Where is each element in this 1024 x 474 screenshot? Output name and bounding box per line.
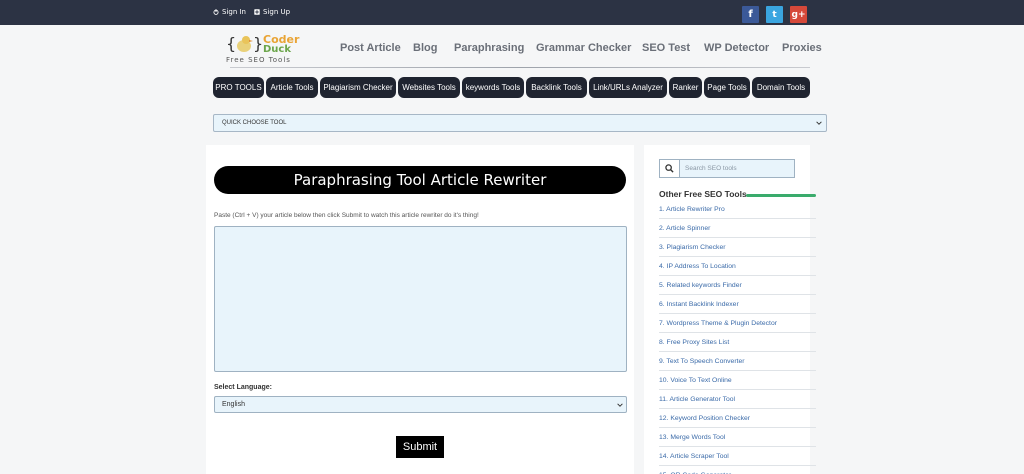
svg-text:{: {	[226, 34, 236, 53]
list-item[interactable]: 6. Instant Backlink Indexer	[659, 295, 816, 314]
list-item[interactable]: 3. Plagiarism Checker	[659, 238, 816, 257]
quick-choose-select[interactable]: QUICK CHOOSE TOOL	[213, 114, 827, 132]
chevron-down-icon	[816, 121, 822, 125]
tab-websites-tools[interactable]: Websites Tools	[398, 77, 460, 98]
svg-text:}: }	[253, 34, 262, 53]
main-panel: Paraphrasing Tool Article Rewriter Paste…	[206, 145, 634, 474]
sign-up-link[interactable]: Sign Up	[254, 8, 290, 16]
list-item[interactable]: 9. Text To Speech Converter	[659, 352, 816, 371]
sidebar-tool-list: 1. Article Rewriter Pro 2. Article Spinn…	[659, 200, 816, 474]
list-item[interactable]: 2. Article Spinner	[659, 219, 816, 238]
tab-plagiarism-checker[interactable]: Plagiarism Checker	[320, 77, 396, 98]
submit-button[interactable]: Submit	[396, 436, 444, 458]
language-value: English	[222, 401, 245, 408]
nav-proxies[interactable]: Proxies	[782, 42, 822, 54]
header-divider	[230, 67, 810, 68]
title-underline	[746, 194, 816, 197]
nav-seo-test[interactable]: SEO Test	[642, 42, 690, 54]
tab-link-urls-analyzer[interactable]: Link/URLs Analyzer	[589, 77, 667, 98]
nav-grammar-checker[interactable]: Grammar Checker	[536, 42, 631, 54]
sidebar-search: Search SEO tools	[659, 159, 795, 178]
site-logo[interactable]: { } Coder Duck Free SEO Tools	[226, 30, 306, 66]
page-title: Paraphrasing Tool Article Rewriter	[214, 166, 626, 194]
auth-links: Sign In Sign Up	[213, 8, 290, 16]
list-item[interactable]: 8. Free Proxy Sites List	[659, 333, 816, 352]
sign-in-link[interactable]: Sign In	[213, 8, 246, 16]
list-item[interactable]: 15. QR Code Generator	[659, 466, 816, 474]
list-item[interactable]: 1. Article Rewriter Pro	[659, 200, 816, 219]
top-bar: Sign In Sign Up f t g+	[0, 0, 1024, 25]
facebook-button[interactable]: f	[742, 6, 759, 23]
list-item[interactable]: 7. Wordpress Theme & Plugin Detector	[659, 314, 816, 333]
list-item[interactable]: 10. Voice To Text Online	[659, 371, 816, 390]
duck-logo-icon: { }	[226, 34, 262, 53]
google-plus-button[interactable]: g+	[790, 6, 807, 23]
tab-backlink-tools[interactable]: Backlink Tools	[526, 77, 587, 98]
logo-text-duck: Duck	[263, 44, 291, 55]
list-item[interactable]: 13. Merge Words Tool	[659, 428, 816, 447]
twitter-button[interactable]: t	[766, 6, 783, 23]
list-item[interactable]: 4. IP Address To Location	[659, 257, 816, 276]
tab-article-tools[interactable]: Article Tools	[266, 77, 318, 98]
site-header: { } Coder Duck Free SEO Tools Post Artic…	[0, 25, 1024, 71]
tab-ranker[interactable]: Ranker	[669, 77, 702, 98]
search-input[interactable]: Search SEO tools	[679, 159, 795, 178]
tab-pro-tools[interactable]: PRO TOOLS	[213, 77, 264, 98]
list-item[interactable]: 14. Article Scraper Tool	[659, 447, 816, 466]
search-icon[interactable]	[659, 159, 679, 178]
sidebar: Search SEO tools Other Free SEO Tools 1.…	[644, 145, 816, 474]
nav-post-article[interactable]: Post Article	[340, 42, 401, 54]
list-item[interactable]: 12. Keyword Position Checker	[659, 409, 816, 428]
instruction-text: Paste (Ctrl + V) your article below then…	[214, 212, 479, 219]
list-item[interactable]: 5. Related keywords Finder	[659, 276, 816, 295]
tab-keywords-tools[interactable]: keywords Tools	[462, 77, 524, 98]
nav-blog[interactable]: Blog	[413, 42, 437, 54]
language-label: Select Language:	[214, 384, 272, 391]
plus-square-icon	[254, 9, 260, 15]
nav-paraphrasing[interactable]: Paraphrasing	[454, 42, 524, 54]
logo-tagline: Free SEO Tools	[226, 56, 291, 64]
tab-domain-tools[interactable]: Domain Tools	[752, 77, 810, 98]
nav-wp-detector[interactable]: WP Detector	[704, 42, 769, 54]
language-select[interactable]: English	[214, 396, 627, 413]
chevron-down-icon	[617, 403, 623, 407]
power-icon	[213, 9, 219, 15]
list-item[interactable]: 11. Article Generator Tool	[659, 390, 816, 409]
sign-up-label: Sign Up	[263, 8, 291, 16]
sign-in-label: Sign In	[222, 8, 246, 16]
tab-page-tools[interactable]: Page Tools	[704, 77, 750, 98]
quick-choose-value: QUICK CHOOSE TOOL	[222, 120, 287, 126]
sidebar-title: Other Free SEO Tools	[659, 189, 747, 199]
article-textarea[interactable]	[214, 226, 627, 372]
